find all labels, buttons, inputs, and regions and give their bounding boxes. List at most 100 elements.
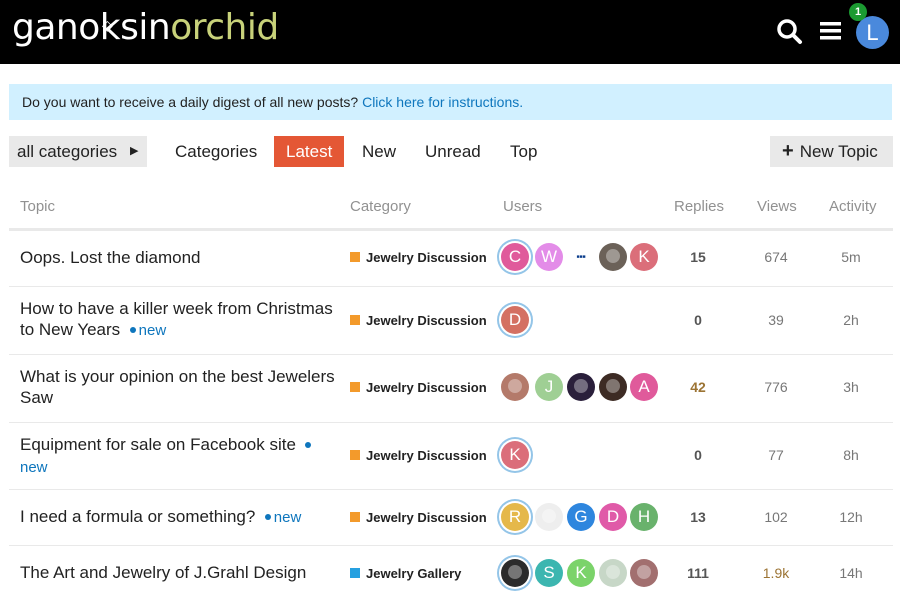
topic-replies[interactable]: 0 [668,447,728,463]
topic-views: 77 [768,447,784,463]
topic-title[interactable]: The Art and Jewelry of J.Grahl Design [20,562,340,583]
topic-replies[interactable]: 15 [668,249,728,265]
new-badge[interactable]: new [129,322,166,339]
topic-replies[interactable]: 42 [668,379,728,395]
column-header-activity[interactable]: Activity [829,198,877,215]
topic-title-text[interactable]: Equipment for sale on Facebook site [20,435,296,454]
topic-category-label: Jewelry Discussion [366,313,487,328]
user-avatar[interactable] [535,503,563,531]
category-color-swatch [350,512,360,522]
topic-category[interactable]: Jewelry Discussion [350,510,487,525]
column-header-replies[interactable]: Replies [674,198,724,215]
dot-icon [264,514,271,521]
user-avatar[interactable] [599,559,627,587]
user-avatar[interactable]: C [501,243,529,271]
topic-row[interactable]: Equipment for sale on Facebook site new J… [9,423,893,490]
dot-icon [129,327,136,334]
avatar-initial: C [508,247,522,266]
column-header-views[interactable]: Views [757,198,797,215]
tab-categories[interactable]: Categories [163,136,269,167]
tab-unread[interactable]: Unread [413,136,493,167]
caret-right-icon: ▶ [130,145,139,157]
topic-title-text[interactable]: Oops. Lost the diamond [20,248,201,267]
hamburger-menu-icon[interactable] [816,14,846,48]
user-avatar[interactable] [501,559,529,587]
notification-badge[interactable]: 1 [849,3,867,21]
user-avatar[interactable]: D [599,503,627,531]
user-avatar[interactable] [599,243,627,271]
topic-row[interactable]: I need a formula or something? new Jewelr… [9,490,893,546]
topic-row[interactable]: The Art and Jewelry of J.Grahl Design Jew… [9,546,893,596]
avatar-initial: G [574,507,588,526]
new-topic-button[interactable]: + New Topic [770,136,893,167]
topic-category-label: Jewelry Discussion [366,380,487,395]
topic-category-label: Jewelry Discussion [366,250,487,265]
topic-replies[interactable]: 0 [668,312,728,328]
topic-category[interactable]: Jewelry Discussion [350,250,487,265]
topic-title-text[interactable]: How to have a killer week from Christmas… [20,299,333,339]
user-avatar[interactable]: ■■■ [567,243,595,271]
user-avatar[interactable] [501,373,529,401]
topic-activity[interactable]: 8h [821,447,881,463]
user-avatar[interactable]: J [535,373,563,401]
user-avatar[interactable]: H [630,503,658,531]
topic-category-label: Jewelry Discussion [366,510,487,525]
topic-activity[interactable]: 2h [821,312,881,328]
banner-text: Do you want to receive a daily digest of… [22,94,359,110]
new-badge[interactable]: new [264,509,301,526]
user-avatar[interactable] [599,373,627,401]
topic-activity[interactable]: 5m [821,249,881,265]
category-color-swatch [350,450,360,460]
site-logo[interactable]: ganoksinorchid ◇ [12,6,279,50]
topic-category[interactable]: Jewelry Discussion [350,448,487,463]
user-avatar[interactable]: S [535,559,563,587]
topic-title-text[interactable]: I need a formula or something? [20,507,255,526]
profile-photo-icon [508,565,522,579]
user-avatar[interactable]: K [630,243,658,271]
topic-category[interactable]: Jewelry Discussion [350,380,487,395]
topic-category-label: Jewelry Gallery [366,566,462,581]
topic-title[interactable]: Equipment for sale on Facebook site new [20,434,340,478]
topic-title[interactable]: How to have a killer week from Christmas… [20,298,340,341]
topic-replies[interactable]: 13 [668,509,728,525]
topic-category[interactable]: Jewelry Discussion [350,313,487,328]
topic-activity[interactable]: 12h [821,509,881,525]
user-avatar[interactable]: R [501,503,529,531]
topic-title[interactable]: Oops. Lost the diamond [20,247,340,268]
topic-activity[interactable]: 3h [821,379,881,395]
user-avatar[interactable]: D [501,306,529,334]
topic-row[interactable]: What is your opinion on the best Jeweler… [9,355,893,423]
topic-activity[interactable]: 14h [821,565,881,581]
current-user-avatar[interactable]: L [856,16,889,49]
diamond-icon: ◇ [102,18,113,34]
user-avatar[interactable]: G [567,503,595,531]
tab-top[interactable]: Top [498,136,549,167]
topic-title[interactable]: What is your opinion on the best Jeweler… [20,366,340,408]
avatar-initial: W [540,247,558,266]
site-header: ganoksinorchid ◇ L 1 [0,0,900,64]
topic-category[interactable]: Jewelry Gallery [350,566,461,581]
column-header-category[interactable]: Category [350,198,411,215]
logo-text-ganoksin: ganoksin [12,7,171,48]
tab-new[interactable]: New [350,136,408,167]
user-avatar[interactable]: W [535,243,563,271]
banner-instructions-link[interactable]: Click here for instructions. [362,94,523,110]
user-avatar[interactable]: A [630,373,658,401]
topic-category-label: Jewelry Discussion [366,448,487,463]
category-color-swatch [350,382,360,392]
user-avatar[interactable] [567,373,595,401]
topic-title[interactable]: I need a formula or something? new [20,506,340,528]
user-avatar[interactable] [630,559,658,587]
user-avatar[interactable]: K [567,559,595,587]
user-avatar[interactable]: K [501,441,529,469]
search-icon[interactable] [774,14,804,48]
topic-row[interactable]: How to have a killer week from Christmas… [9,287,893,355]
topic-replies[interactable]: 111 [668,565,728,581]
column-header-topic[interactable]: Topic [20,198,55,215]
topic-title-text[interactable]: The Art and Jewelry of J.Grahl Design [20,563,306,582]
avatar-initial: K [575,563,587,582]
category-dropdown[interactable]: all categories ▶ [9,136,147,167]
topic-title-text[interactable]: What is your opinion on the best Jeweler… [20,367,335,407]
tab-latest[interactable]: Latest [274,136,344,167]
topic-row[interactable]: Oops. Lost the diamond Jewelry Discussion… [9,231,893,287]
